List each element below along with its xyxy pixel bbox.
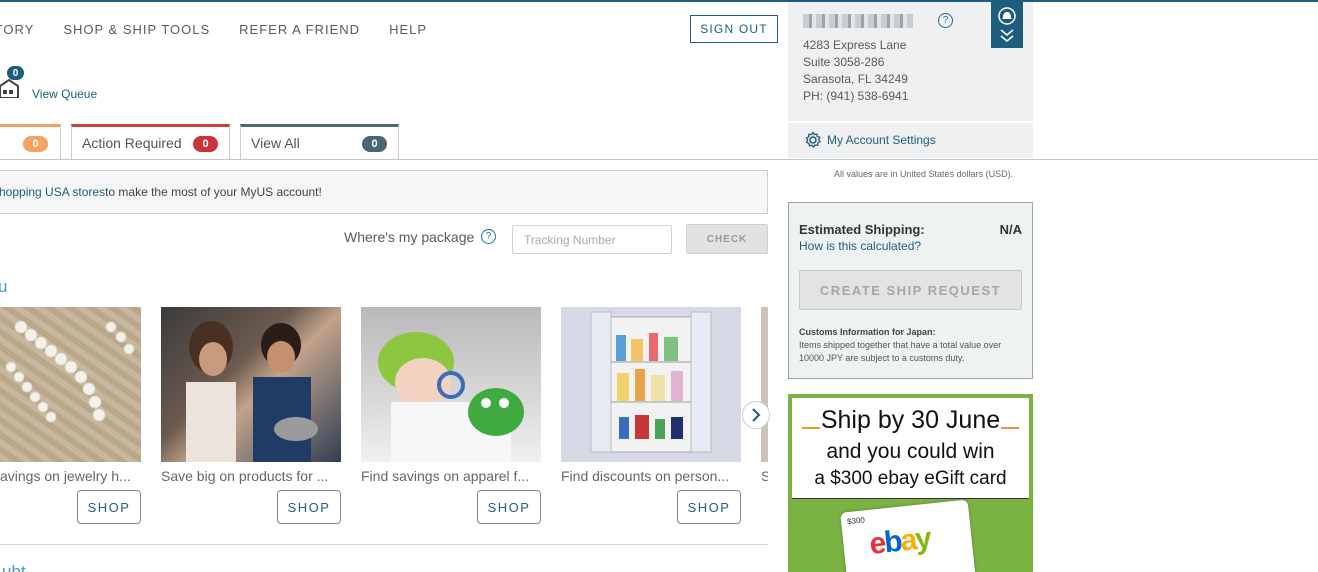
section-divider [0, 544, 768, 545]
tab-count-badge: 0 [23, 136, 48, 152]
carousel-next-button[interactable] [742, 401, 770, 429]
logo-letter: y [913, 521, 932, 557]
jewelry-image[interactable] [0, 307, 141, 462]
header-divider [0, 159, 1318, 160]
shop-button[interactable]: SHOP [77, 490, 141, 524]
account-address: 4283 Express Lane Suite 3058-286 Sarasot… [803, 37, 908, 105]
tab-count-badge: 0 [362, 136, 387, 152]
tracking-number-input[interactable]: Tracking Number [512, 225, 672, 254]
create-ship-request-button[interactable]: CREATE SHIP REQUEST [799, 270, 1022, 310]
tab-count-badge: 0 [193, 136, 218, 152]
view-queue-link[interactable]: View Queue [32, 87, 97, 101]
nav-item-history[interactable]: STORY [0, 22, 34, 37]
product-card: S [761, 307, 768, 484]
help-circle-icon[interactable]: ? [481, 229, 496, 244]
product-caption: Find discounts on person... [561, 468, 730, 484]
product-image[interactable] [761, 307, 768, 462]
notifications-button[interactable] [991, 2, 1023, 48]
gift-card-image: $300 ebay [840, 499, 976, 572]
address-line: Sarasota, FL 34249 [803, 72, 908, 86]
product-card: avings on jewelry h... SHOP [0, 307, 141, 524]
tab-label: Action Required [82, 135, 182, 151]
product-caption: Save big on products for ... [161, 468, 329, 484]
double-chevron-down-icon [1000, 29, 1014, 43]
product-card: Find discounts on person... SHOP [561, 307, 741, 524]
currency-note: All values are in United States dollars … [834, 169, 1014, 179]
product-caption: S [761, 468, 768, 484]
address-line: 4283 Express Lane [803, 38, 907, 52]
shop-button[interactable]: SHOP [277, 490, 341, 524]
account-name-redacted [803, 14, 913, 28]
cooking-couple-image[interactable] [161, 307, 341, 462]
how-calculated-link[interactable]: How is this calculated? [799, 239, 921, 253]
account-separator [788, 121, 1033, 123]
ebay-logo: ebay [868, 522, 932, 562]
tab-label: View All [251, 135, 300, 151]
check-button[interactable]: CHECK [686, 224, 768, 254]
ad-offer: a $300 ebay eGift card [814, 468, 1007, 489]
shop-button[interactable]: SHOP [677, 490, 741, 524]
chevron-right-icon [752, 408, 761, 422]
customs-text: Items shipped together that have a total… [799, 340, 1002, 363]
ad-headline: Ship by 30 June [820, 406, 1001, 434]
section-heading: u [0, 277, 8, 296]
product-card: Find savings on apparel f... SHOP [361, 307, 541, 524]
gift-card-value: $300 [846, 515, 866, 527]
nav-item-help[interactable]: HELP [389, 22, 427, 37]
promo-banner: hopping USA stores to make the most of y… [0, 170, 768, 214]
estimated-shipping-title: Estimated Shipping: [799, 222, 925, 237]
nav-item-shop-ship-tools[interactable]: SHOP & SHIP TOOLS [63, 22, 210, 37]
sign-out-button[interactable]: SIGN OUT [690, 15, 778, 43]
gear-icon [805, 131, 821, 149]
customs-title: Customs Information for Japan: [799, 327, 936, 337]
bell-icon [998, 7, 1016, 25]
wheres-my-package-label: Where's my package [344, 229, 475, 245]
product-caption: avings on jewelry h... [0, 468, 131, 484]
queue-count-badge: 0 [7, 66, 24, 80]
ad-subline: and you could win [826, 440, 995, 463]
address-phone: PH: (941) 538-6941 [803, 89, 909, 103]
my-account-settings-link[interactable]: My Account Settings [804, 131, 936, 149]
tab-view-all[interactable]: View All 0 [240, 124, 399, 160]
shop-button[interactable]: SHOP [477, 490, 541, 524]
baby-apparel-image[interactable] [361, 307, 541, 462]
nav-item-refer-a-friend[interactable]: REFER A FRIEND [239, 22, 360, 37]
ebay-promo-ad[interactable]: Ship by 30 June and you could win a $300… [788, 394, 1033, 572]
address-line: Suite 3058-286 [803, 55, 885, 69]
medicine-cabinet-image[interactable] [561, 307, 741, 462]
help-circle-icon[interactable]: ? [938, 13, 953, 28]
tab-awaiting[interactable]: 0 [0, 124, 61, 160]
product-caption: Find savings on apparel f... [361, 468, 530, 484]
tab-action-required[interactable]: Action Required 0 [71, 124, 230, 160]
promo-link[interactable]: hopping USA stores [0, 185, 105, 199]
section-heading: ubt [2, 562, 26, 572]
settings-label: My Account Settings [827, 133, 936, 147]
estimated-shipping-panel: Estimated Shipping: N/A How is this calc… [788, 202, 1033, 379]
product-card: Save big on products for ... SHOP [161, 307, 341, 524]
estimated-shipping-value: N/A [999, 222, 1022, 237]
main-nav: STORY SHOP & SHIP TOOLS REFER A FRIEND H… [0, 22, 456, 37]
promo-text: to make the most of your MyUS account! [105, 185, 322, 199]
top-accent-line [0, 0, 1318, 2]
